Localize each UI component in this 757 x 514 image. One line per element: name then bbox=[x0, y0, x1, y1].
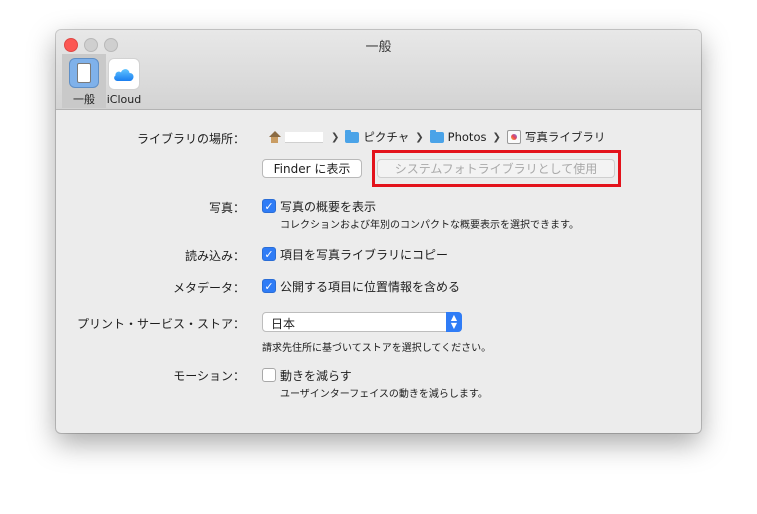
path-separator-icon: ❯ bbox=[492, 131, 501, 143]
copy-to-library-text: 項目を写真ライブラリにコピー bbox=[280, 248, 449, 262]
reduce-motion-text: 動きを減らす bbox=[280, 369, 352, 383]
photos-folder-icon bbox=[429, 129, 444, 143]
include-location-text: 公開する項目に位置情報を含める bbox=[280, 280, 461, 294]
path-library: 写真ライブラリ bbox=[524, 130, 606, 144]
show-summary-description: コレクションおよび年別のコンパクトな概要表示を選択できます。 bbox=[280, 220, 579, 231]
tab-icloud[interactable]: iCloud bbox=[102, 54, 146, 108]
window-title: 一般 bbox=[365, 40, 392, 55]
general-switch-icon bbox=[69, 58, 99, 88]
tab-icloud-label: iCloud bbox=[106, 93, 142, 106]
library-path: ❯ ピクチャ ❯ Photos ❯ 写真ライブラリ bbox=[268, 128, 605, 146]
redacted-username bbox=[285, 131, 323, 143]
icloud-icon bbox=[108, 58, 140, 90]
import-label: 読み込み： bbox=[184, 249, 245, 263]
photos-library-icon bbox=[506, 130, 521, 144]
reduce-motion-description: ユーザインターフェイスの動きを減らします。 bbox=[280, 389, 488, 400]
include-location-checkbox[interactable]: ✓ bbox=[262, 279, 276, 293]
toolbar: 一般 一般 iCloud bbox=[56, 30, 701, 110]
preferences-window: 一般 一般 iCloud ライブラリの場所： ❯ ピクチャ ❯ Photos ❯… bbox=[56, 30, 701, 433]
path-pictures: ピクチャ bbox=[363, 130, 410, 144]
reduce-motion-checkbox[interactable] bbox=[262, 368, 276, 382]
tab-general-label: 一般 bbox=[73, 93, 95, 106]
print-store-select[interactable]: 日本 ▲ ▼ bbox=[262, 312, 462, 332]
pictures-folder-icon bbox=[345, 129, 360, 143]
home-folder-icon bbox=[268, 131, 281, 143]
tab-general[interactable]: 一般 bbox=[62, 54, 106, 108]
highlight-box bbox=[372, 150, 621, 187]
copy-to-library-checkbox[interactable]: ✓ bbox=[262, 247, 276, 261]
photos-label: 写真： bbox=[208, 201, 245, 215]
print-store-value: 日本 bbox=[271, 317, 296, 331]
show-summary-checkbox[interactable]: ✓ bbox=[262, 199, 276, 213]
library-location-label: ライブラリの場所： bbox=[136, 132, 245, 146]
print-store-label: プリント・サービス・ストア： bbox=[76, 317, 245, 331]
metadata-label: メタデータ： bbox=[172, 281, 245, 295]
chevron-updown-icon: ▲ ▼ bbox=[446, 312, 462, 332]
show-in-finder-button[interactable]: Finder に表示 bbox=[262, 159, 362, 178]
print-store-description: 請求先住所に基づいてストアを選択してください。 bbox=[262, 343, 492, 354]
show-summary-text: 写真の概要を表示 bbox=[280, 200, 377, 214]
motion-label: モーション： bbox=[173, 369, 245, 383]
path-separator-icon: ❯ bbox=[415, 131, 424, 143]
path-separator-icon: ❯ bbox=[331, 131, 340, 143]
path-photos: Photos bbox=[447, 130, 487, 144]
